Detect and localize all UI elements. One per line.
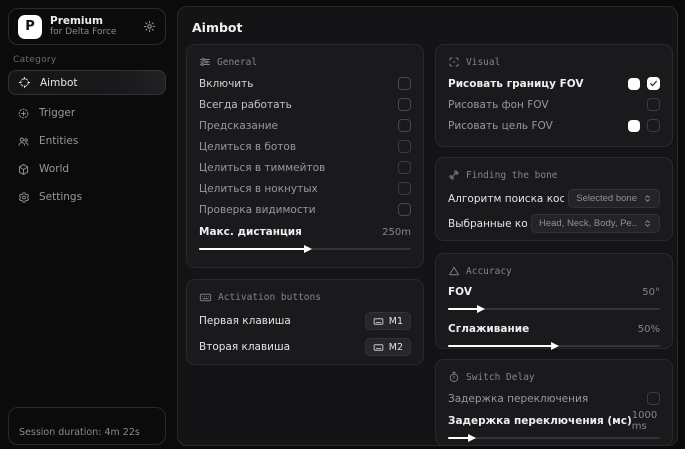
section-title: General [217, 57, 257, 68]
visual-card: Visual Рисовать границу FOV Рисовать фон… [435, 44, 673, 147]
checkbox[interactable] [398, 182, 411, 195]
sidebar-item-label: Trigger [39, 107, 75, 119]
keybind-value: M2 [389, 342, 403, 353]
sidebar-item-label: Entities [39, 135, 78, 147]
sidebar-item-aimbot[interactable]: Aimbot [8, 70, 166, 95]
app-subtitle: for Delta Force [50, 27, 135, 37]
checkbox[interactable] [398, 203, 411, 216]
setting-label: FOV [448, 286, 472, 298]
setting-label: Сглаживание [448, 323, 529, 335]
timer-icon [448, 371, 460, 383]
section-title: Activation buttons [218, 292, 321, 303]
sidebar-item-world[interactable]: World [8, 158, 166, 180]
checkbox[interactable] [398, 98, 411, 111]
entities-icon [17, 135, 30, 148]
section-title: Accuracy [466, 266, 512, 277]
chevron-up-down-icon [643, 219, 652, 228]
setting-label: Всегда работать [199, 99, 292, 111]
page-title: Aimbot [192, 20, 243, 35]
select-value: Selected bone [576, 193, 637, 204]
setting-label: Целиться в ботов [199, 141, 296, 153]
color-swatch[interactable] [628, 78, 640, 90]
setting-label: Рисовать границу FOV [448, 78, 584, 90]
bone-card: Finding the bone Алгоритм поиска костей … [435, 157, 673, 241]
app-logo: P [18, 15, 42, 39]
setting-label: Алгоритм поиска костей [448, 193, 564, 205]
color-swatch[interactable] [628, 120, 640, 132]
section-title: Finding the bone [466, 170, 558, 181]
setting-label: Макс. дистанция [199, 226, 302, 238]
general-card: General Включить Всегда работать Предска… [186, 44, 424, 268]
crosshair-icon [18, 76, 31, 89]
setting-label: Проверка видимости [199, 204, 316, 216]
max-distance-slider[interactable] [199, 245, 411, 253]
checkbox[interactable] [398, 77, 411, 90]
bone-icon [448, 169, 460, 181]
fov-frame-icon [448, 56, 460, 68]
accuracy-card: Accuracy FOV 50° Сглаживание 50% [435, 253, 673, 349]
switch-delay-card: Switch Delay Задержка переключения Задер… [435, 359, 673, 446]
slider-thumb[interactable] [468, 434, 476, 442]
selected-bones-select[interactable]: Head, Neck, Body, Pe.. [531, 214, 660, 233]
setting-label: Выбранные кости [448, 218, 527, 230]
sidebar-item-label: Settings [39, 191, 82, 203]
sliders-icon [199, 56, 211, 68]
setting-label: Рисовать фон FOV [448, 99, 549, 111]
bone-algorithm-select[interactable]: Selected bone [568, 189, 660, 208]
gear-icon [17, 191, 30, 204]
setting-label: Целиться в тиммейтов [199, 162, 325, 174]
app-title: Premium [50, 15, 135, 27]
keybind-button[interactable]: M2 [365, 338, 411, 356]
select-value: Head, Neck, Body, Pe.. [539, 218, 637, 229]
slider-value: 50% [638, 324, 660, 335]
checkbox[interactable] [398, 119, 411, 132]
world-icon [17, 163, 30, 176]
setting-label: Целиться в нокнутых [199, 183, 318, 195]
slider-value: 50° [642, 287, 660, 298]
setting-label: Первая клавиша [199, 315, 291, 327]
activation-card: Activation buttons Первая клавиша M1 Вто… [186, 279, 424, 365]
sidebar-item-settings[interactable]: Settings [8, 186, 166, 208]
premium-header: P Premium for Delta Force [8, 8, 166, 45]
slider-value: 1000 ms [632, 410, 660, 432]
keyboard-icon [373, 342, 384, 353]
checkbox[interactable] [647, 98, 660, 111]
sidebar-item-label: World [39, 163, 69, 175]
checkbox[interactable] [647, 392, 660, 405]
checkbox[interactable] [398, 161, 411, 174]
keybind-button[interactable]: M1 [365, 312, 411, 330]
checkbox[interactable] [647, 119, 660, 132]
keyboard-icon [199, 291, 212, 304]
slider-thumb[interactable] [477, 305, 485, 313]
chevron-up-down-icon [643, 194, 652, 203]
keybind-value: M1 [389, 316, 403, 327]
checkbox[interactable] [647, 77, 660, 90]
triangle-icon [448, 265, 460, 277]
main-panel: Aimbot General Включить Всегда работать … [177, 6, 678, 446]
slider-value: 250m [382, 227, 411, 238]
trigger-icon [17, 107, 30, 120]
section-title: Switch Delay [466, 372, 535, 383]
keyboard-icon [373, 316, 384, 327]
setting-label: Рисовать цель FOV [448, 120, 553, 132]
switch-delay-slider[interactable] [448, 434, 660, 442]
setting-label: Вторая клавиша [199, 341, 290, 353]
session-duration-label: Session duration: 4m 22s [19, 427, 140, 438]
sidebar-item-entities[interactable]: Entities [8, 130, 166, 152]
setting-label: Предсказание [199, 120, 278, 132]
session-duration-box: Session duration: 4m 22s [8, 407, 166, 445]
checkbox[interactable] [398, 140, 411, 153]
smoothing-slider[interactable] [448, 342, 660, 350]
setting-label: Задержка переключения (мс) [448, 415, 632, 427]
sidebar-item-label: Aimbot [40, 77, 78, 89]
gear-icon[interactable] [143, 20, 156, 33]
slider-thumb[interactable] [304, 245, 312, 253]
slider-thumb[interactable] [551, 342, 559, 350]
section-title: Visual [466, 57, 500, 68]
setting-label: Задержка переключения [448, 393, 588, 405]
setting-label: Включить [199, 78, 253, 90]
fov-slider[interactable] [448, 305, 660, 313]
category-label: Category [13, 55, 57, 65]
sidebar-item-trigger[interactable]: Trigger [8, 102, 166, 124]
